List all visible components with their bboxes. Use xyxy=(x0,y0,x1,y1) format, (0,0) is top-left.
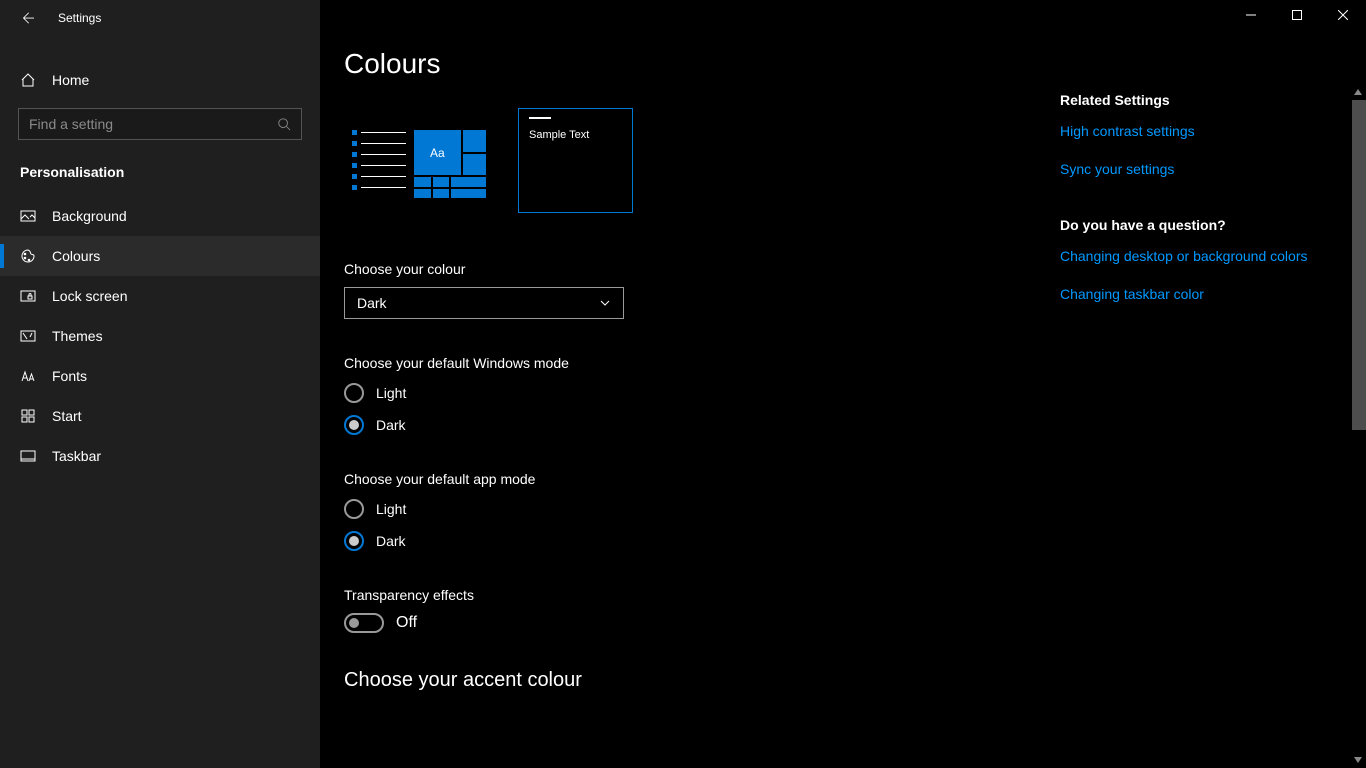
app-title: Settings xyxy=(58,11,101,25)
radio-icon xyxy=(344,531,364,551)
window-controls xyxy=(1228,0,1366,30)
fonts-icon xyxy=(20,368,36,384)
nav-item-label: Start xyxy=(52,408,82,424)
radio-icon xyxy=(344,415,364,435)
sidebar: Settings Home Personalisation Background… xyxy=(0,0,320,768)
search-wrap xyxy=(0,108,320,140)
nav-item-label: Themes xyxy=(52,328,103,344)
app-mode-group: Choose your default app mode Light Dark xyxy=(344,471,1060,551)
back-arrow-icon xyxy=(20,11,34,25)
scroll-down-button[interactable] xyxy=(1350,752,1366,768)
titlebar: Settings xyxy=(0,0,320,36)
chevron-up-icon xyxy=(1353,87,1363,97)
choose-colour-dropdown[interactable]: Dark xyxy=(344,287,624,319)
nav-item-fonts[interactable]: Fonts xyxy=(0,356,320,396)
nav-home-label: Home xyxy=(52,72,89,88)
maximize-icon xyxy=(1292,10,1302,20)
picture-icon xyxy=(20,208,36,224)
minimize-icon xyxy=(1246,10,1256,20)
preview-window-tile: Sample Text xyxy=(518,108,633,213)
taskbar-icon xyxy=(20,448,36,464)
main: Colours Aa xyxy=(320,0,1366,768)
radio-label: Dark xyxy=(376,417,406,433)
nav-list: Background Colours Lock screen Themes Fo… xyxy=(0,196,320,476)
preview-tiles: Aa xyxy=(414,130,486,198)
lockscreen-icon xyxy=(20,288,36,304)
nav-item-background[interactable]: Background xyxy=(0,196,320,236)
nav-item-label: Lock screen xyxy=(52,288,127,304)
start-icon xyxy=(20,408,36,424)
chevron-down-icon xyxy=(599,297,611,309)
scroll-thumb[interactable] xyxy=(1352,100,1366,430)
preview-aa: Aa xyxy=(414,130,461,175)
windows-mode-dark[interactable]: Dark xyxy=(344,415,1060,435)
choose-colour-label: Choose your colour xyxy=(344,261,1060,277)
preview-row: Aa Sample Text xyxy=(344,108,1060,213)
app-mode-label: Choose your default app mode xyxy=(344,471,1060,487)
themes-icon xyxy=(20,328,36,344)
scrollbar[interactable] xyxy=(1350,30,1366,768)
preview-list xyxy=(352,130,406,198)
app-mode-light[interactable]: Light xyxy=(344,499,1060,519)
windows-mode-light[interactable]: Light xyxy=(344,383,1060,403)
maximize-button[interactable] xyxy=(1274,0,1320,30)
preview-sample-text: Sample Text xyxy=(529,129,622,141)
nav-item-label: Background xyxy=(52,208,127,224)
nav-item-lockscreen[interactable]: Lock screen xyxy=(0,276,320,316)
search-icon xyxy=(277,117,291,131)
chevron-down-icon xyxy=(1353,755,1363,765)
link-changing-bg[interactable]: Changing desktop or background colors xyxy=(1060,247,1310,267)
nav-item-label: Taskbar xyxy=(52,448,101,464)
link-changing-taskbar[interactable]: Changing taskbar color xyxy=(1060,285,1310,305)
category-label: Personalisation xyxy=(0,164,320,180)
related-heading: Related Settings xyxy=(1060,92,1310,108)
nav-item-taskbar[interactable]: Taskbar xyxy=(0,436,320,476)
nav-home[interactable]: Home xyxy=(0,60,320,100)
radio-label: Light xyxy=(376,501,406,517)
radio-icon xyxy=(344,499,364,519)
search-box[interactable] xyxy=(18,108,302,140)
windows-mode-group: Choose your default Windows mode Light D… xyxy=(344,355,1060,435)
accent-heading: Choose your accent colour xyxy=(344,669,1060,692)
back-button[interactable] xyxy=(20,11,34,25)
search-input[interactable] xyxy=(29,116,277,132)
right-panel: Related Settings High contrast settings … xyxy=(1060,0,1340,768)
link-sync-settings[interactable]: Sync your settings xyxy=(1060,160,1310,180)
radio-label: Dark xyxy=(376,533,406,549)
link-high-contrast[interactable]: High contrast settings xyxy=(1060,122,1310,142)
preview-start-tile: Aa xyxy=(344,108,494,198)
scroll-up-button[interactable] xyxy=(1350,84,1366,100)
nav-item-colours[interactable]: Colours xyxy=(0,236,320,276)
minimize-button[interactable] xyxy=(1228,0,1274,30)
content: Colours Aa xyxy=(320,0,1060,768)
nav-item-label: Fonts xyxy=(52,368,87,384)
close-icon xyxy=(1338,10,1348,20)
question-heading: Do you have a question? xyxy=(1060,217,1310,233)
radio-label: Light xyxy=(376,385,406,401)
transparency-toggle[interactable] xyxy=(344,613,384,633)
choose-colour-value: Dark xyxy=(357,295,387,311)
transparency-label: Transparency effects xyxy=(344,587,1060,603)
nav-item-start[interactable]: Start xyxy=(0,396,320,436)
close-button[interactable] xyxy=(1320,0,1366,30)
nav-item-themes[interactable]: Themes xyxy=(0,316,320,356)
app-mode-dark[interactable]: Dark xyxy=(344,531,1060,551)
windows-mode-label: Choose your default Windows mode xyxy=(344,355,1060,371)
page-title: Colours xyxy=(344,48,1060,80)
palette-icon xyxy=(20,248,36,264)
transparency-state: Off xyxy=(396,614,417,632)
radio-icon xyxy=(344,383,364,403)
nav-item-label: Colours xyxy=(52,248,100,264)
home-icon xyxy=(20,72,36,88)
transparency-toggle-row: Off xyxy=(344,613,1060,633)
